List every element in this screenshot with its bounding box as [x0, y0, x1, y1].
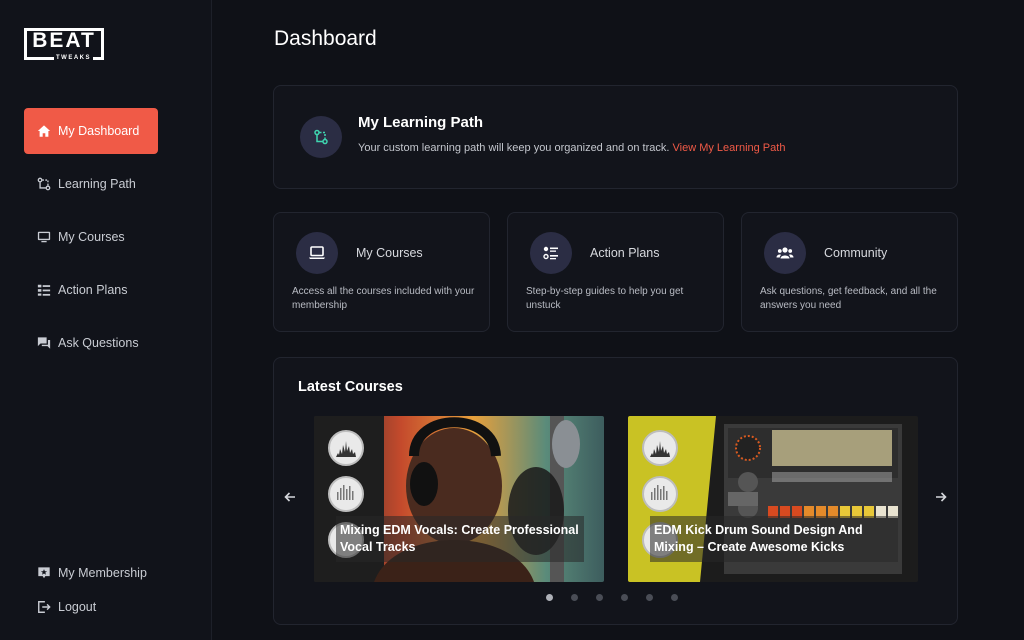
my-courses-title: My Courses — [356, 246, 423, 260]
carousel-dot[interactable] — [546, 594, 553, 601]
action-plans-description: Step-by-step guides to help you get unst… — [526, 286, 684, 311]
sidebar-item-label: Ask Questions — [58, 336, 139, 350]
community-title: Community — [824, 246, 888, 260]
action-plans-title: Action Plans — [590, 246, 660, 260]
path-icon — [36, 176, 52, 192]
latest-courses-title: Latest Courses — [298, 379, 403, 395]
page-title: Dashboard — [274, 27, 377, 50]
sidebar-item-label: My Courses — [58, 230, 125, 244]
carousel-dot[interactable] — [671, 594, 678, 601]
equalizer-badge-icon — [328, 476, 364, 512]
sidebar-item-label: Logout — [58, 600, 97, 614]
learning-path-title: My Learning Path — [358, 114, 484, 131]
chat-icon — [36, 335, 52, 351]
view-learning-path-link[interactable]: View My Learning Path — [673, 142, 786, 154]
community-description: Ask questions, get feedback, and all the… — [760, 286, 937, 311]
community-card[interactable]: Community Ask questions, get feedback, a… — [741, 212, 958, 332]
sidebar-item-action-plans[interactable]: Action Plans — [24, 267, 158, 313]
course-title: EDM Kick Drum Sound Design And Mixing – … — [650, 516, 898, 562]
course-card-edm-kick-drum[interactable]: EDM Kick Drum Sound Design And Mixing – … — [628, 416, 918, 582]
sidebar-item-label: Action Plans — [58, 283, 128, 297]
sidebar-item-logout[interactable]: Logout — [24, 584, 158, 630]
people-icon — [764, 232, 806, 274]
home-icon — [36, 123, 52, 139]
waveform-badge-icon — [642, 430, 678, 466]
waveform-badge-icon — [328, 430, 364, 466]
learning-path-card: My Learning Path Your custom learning pa… — [273, 85, 958, 189]
course-card-mixing-edm-vocals[interactable]: Mixing EDM Vocals: Create Professional V… — [314, 416, 604, 582]
monitor-icon — [36, 229, 52, 245]
carousel-dot[interactable] — [621, 594, 628, 601]
action-plans-card[interactable]: Action Plans Step-by-step guides to help… — [507, 212, 724, 332]
carousel-prev-arrow-icon[interactable] — [280, 487, 300, 507]
sidebar-item-label: My Membership — [58, 566, 147, 580]
sidebar-item-label: My Dashboard — [58, 124, 140, 138]
carousel-dot[interactable] — [596, 594, 603, 601]
list-icon — [36, 282, 52, 298]
carousel-dots — [546, 594, 678, 601]
sidebar-item-my-dashboard[interactable]: My Dashboard — [24, 108, 158, 154]
sidebar-item-label: Learning Path — [58, 177, 136, 191]
learning-path-desc-text: Your custom learning path will keep you … — [358, 142, 670, 154]
logout-icon — [36, 599, 52, 615]
membership-icon — [36, 565, 52, 581]
sidebar: BEAT TWEAKS My Dashboard Learning Path M… — [0, 0, 212, 640]
logo-main-text: BEAT — [32, 29, 96, 52]
logo-sub-text: TWEAKS — [54, 55, 93, 61]
laptop-icon — [296, 232, 338, 274]
sidebar-item-ask-questions[interactable]: Ask Questions — [24, 320, 158, 366]
my-courses-description: Access all the courses included with you… — [292, 286, 475, 311]
course-title: Mixing EDM Vocals: Create Professional V… — [336, 516, 584, 562]
sidebar-item-my-courses[interactable]: My Courses — [24, 214, 158, 260]
beat-tweaks-logo[interactable]: BEAT TWEAKS — [24, 28, 107, 64]
equalizer-badge-icon — [642, 476, 678, 512]
carousel-next-arrow-icon[interactable] — [931, 487, 951, 507]
learning-path-description: Your custom learning path will keep you … — [358, 142, 785, 154]
sidebar-item-learning-path[interactable]: Learning Path — [24, 161, 158, 207]
checklist-icon — [530, 232, 572, 274]
learning-path-icon — [300, 116, 342, 158]
carousel-dot[interactable] — [646, 594, 653, 601]
carousel-dot[interactable] — [571, 594, 578, 601]
my-courses-card[interactable]: My Courses Access all the courses includ… — [273, 212, 490, 332]
